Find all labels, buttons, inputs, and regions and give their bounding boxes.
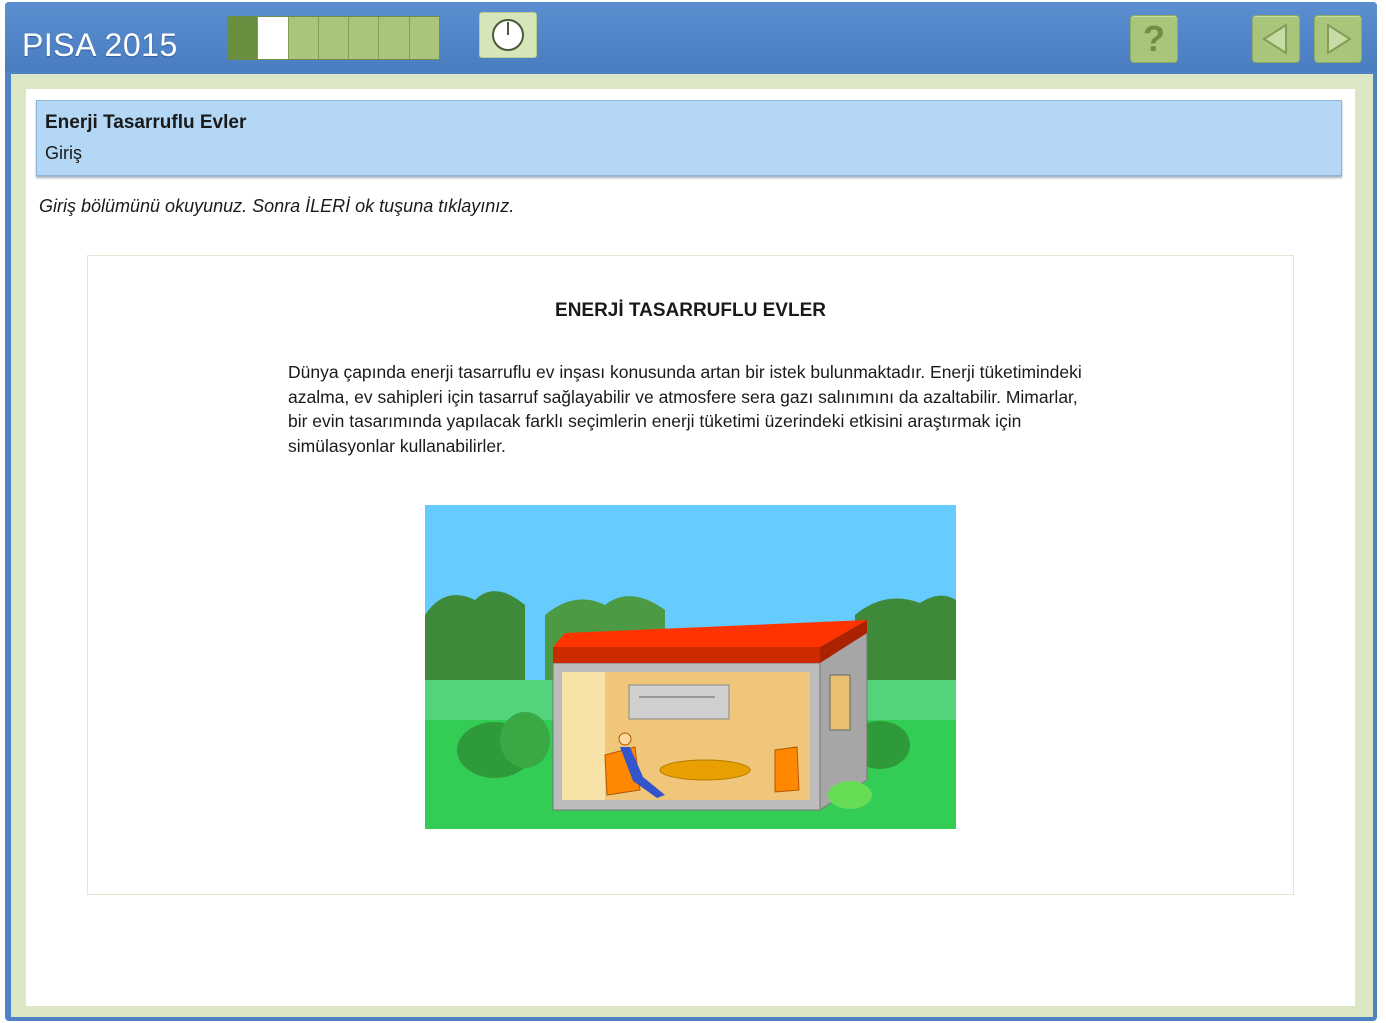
instruction-text: Giriş bölümünü okuyunuz. Sonra İLERİ ok … <box>39 196 515 216</box>
progress-segment <box>409 17 439 59</box>
app-title: PISA 2015 <box>22 27 178 63</box>
help-button[interactable]: ? <box>1130 15 1178 63</box>
progress-segment-current <box>258 17 289 59</box>
house-illustration <box>425 505 956 829</box>
progress-segment <box>288 17 319 59</box>
next-button[interactable] <box>1314 15 1362 63</box>
progress-segment <box>228 17 259 59</box>
help-icon: ? <box>1143 18 1165 59</box>
arrow-right-icon <box>1327 23 1352 55</box>
unit-title: Enerji Tasarruflu Evler <box>45 112 247 133</box>
stimulus-text: Dünya çapında enerji tasarruflu ev inşas… <box>288 362 1082 456</box>
clock-icon <box>492 19 524 51</box>
progress-bar <box>227 16 440 60</box>
section-title: Giriş <box>45 143 82 163</box>
unit-header: Enerji Tasarruflu Evler Giriş <box>36 100 1342 176</box>
stimulus-title: ENERJİ TASARRUFLU EVLER <box>555 300 826 321</box>
stimulus-panel: ENERJİ TASARRUFLU EVLER Dünya çapında en… <box>87 255 1294 895</box>
back-button[interactable] <box>1252 15 1300 63</box>
progress-segment <box>318 17 350 59</box>
timer-button[interactable] <box>479 12 537 58</box>
progress-segment <box>379 17 410 59</box>
progress-segment <box>349 17 380 59</box>
arrow-left-icon <box>1262 23 1287 55</box>
